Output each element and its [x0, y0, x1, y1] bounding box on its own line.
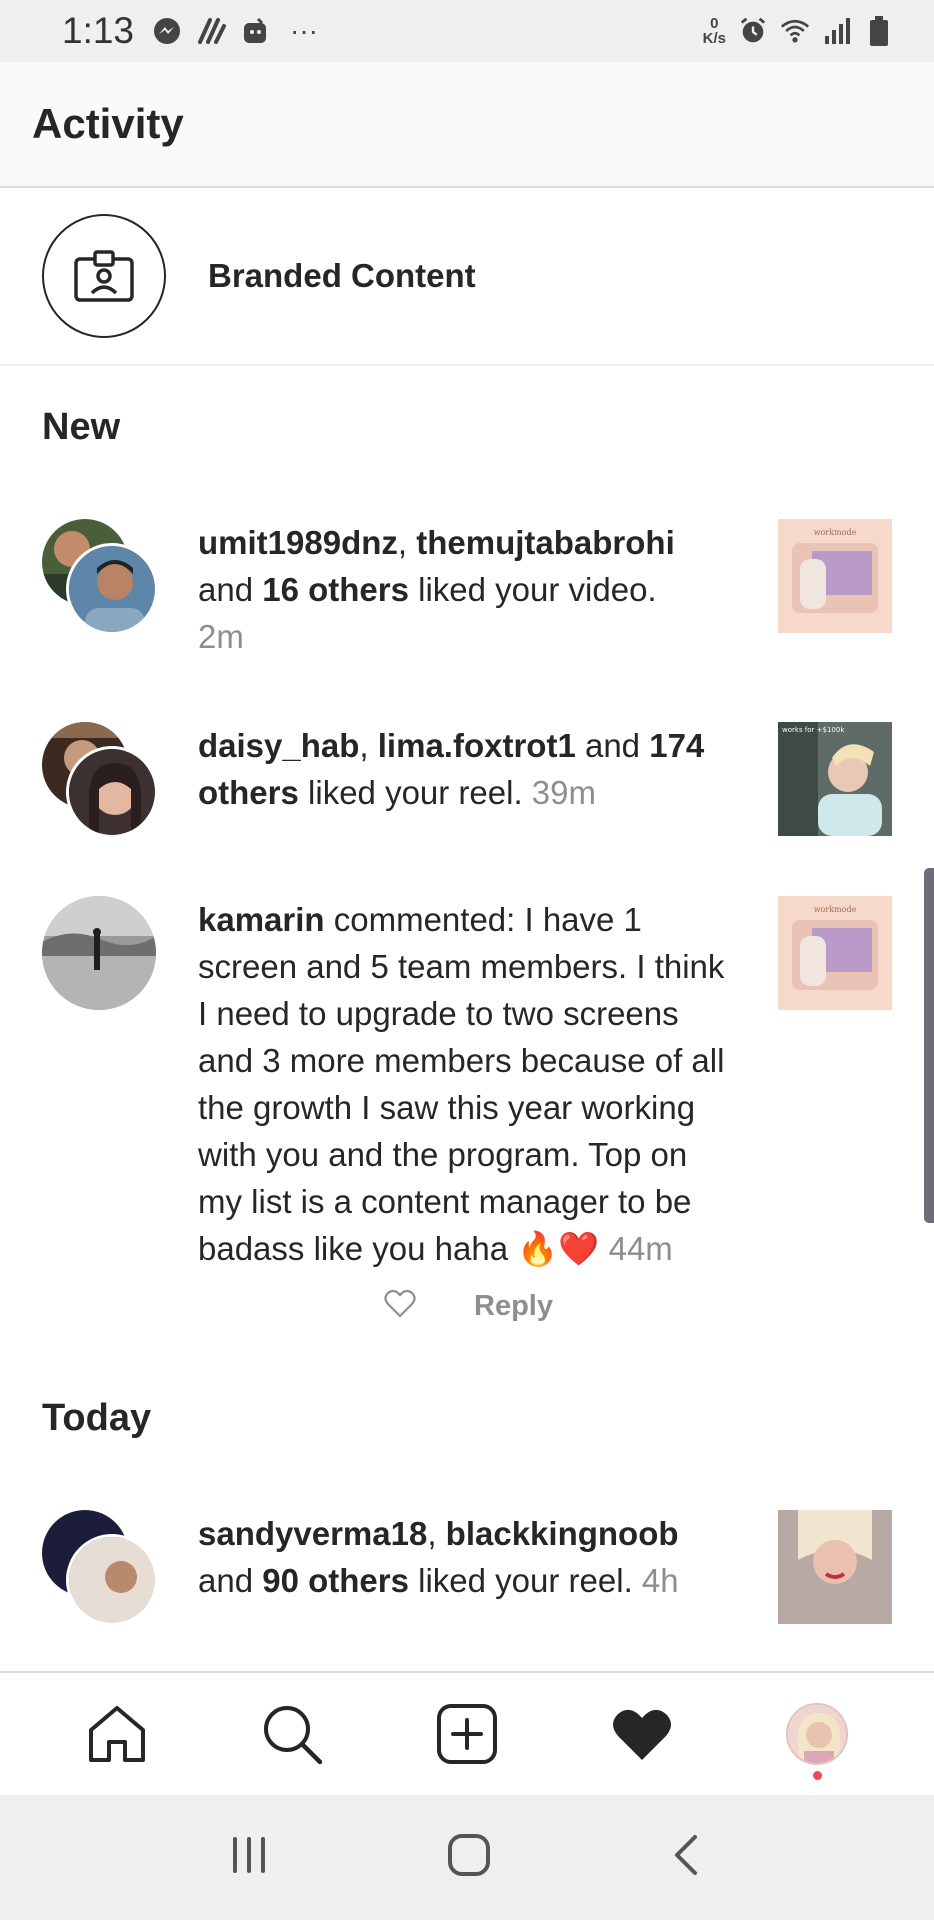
- page-title: Activity: [32, 100, 184, 147]
- reel-thumbnail[interactable]: [778, 1510, 892, 1624]
- emoji: 🔥❤️: [517, 1230, 600, 1267]
- notification-time: 44m: [608, 1230, 673, 1267]
- comment-notification[interactable]: kamarin commented: I have 1 screen and 5…: [0, 896, 934, 1323]
- avatar-stack[interactable]: [42, 1510, 158, 1626]
- username-link[interactable]: lima.foxtrot1: [378, 727, 576, 764]
- back-icon[interactable]: [667, 1833, 707, 1882]
- recents-icon[interactable]: [227, 1833, 271, 1882]
- avatar[interactable]: [42, 896, 156, 1010]
- home-circle-icon[interactable]: [445, 1831, 493, 1884]
- notification-item[interactable]: sandyverma18, blackkingnoob and 90 other…: [0, 1510, 934, 1640]
- notification-text: daisy_hab, lima.foxtrot1 and 174 others …: [198, 727, 705, 811]
- username-link[interactable]: sandyverma18: [198, 1515, 427, 1552]
- notification-time: 4h: [641, 1562, 679, 1599]
- comment-text: kamarin commented: I have 1 screen and 5…: [198, 901, 725, 1267]
- username-link[interactable]: umit1989dnz: [198, 524, 398, 561]
- notification-time: 39m: [531, 774, 596, 811]
- svg-text:works for +$100k: works for +$100k: [782, 726, 845, 734]
- notification-item[interactable]: daisy_hab, lima.foxtrot1 and 174 others …: [0, 722, 934, 838]
- more-notifications-icon: ···: [290, 15, 318, 46]
- alarm-icon: [738, 16, 768, 46]
- status-bar: 1:13 ··· 0 K/s: [0, 0, 934, 62]
- username-link[interactable]: themujtababrohi: [416, 524, 675, 561]
- svg-text:workmode: workmode: [814, 905, 857, 914]
- activity-heart-icon: [612, 1709, 671, 1760]
- others-link[interactable]: 16 others: [262, 571, 409, 608]
- notification-text: sandyverma18, blackkingnoob and 90 other…: [198, 1515, 679, 1599]
- new-post-icon: [436, 1704, 497, 1764]
- notification-dot: [812, 1771, 822, 1780]
- activity-tab[interactable]: [597, 1689, 687, 1779]
- branded-content-row[interactable]: Branded Content: [0, 188, 934, 366]
- bottom-navigation: [0, 1671, 934, 1795]
- status-time: 1:13: [62, 10, 135, 51]
- signal-icon: [822, 16, 852, 46]
- search-tab[interactable]: [247, 1689, 337, 1779]
- username-link[interactable]: blackkingnoob: [446, 1515, 679, 1552]
- like-comment-heart-icon[interactable]: [384, 1289, 416, 1323]
- profile-tab[interactable]: [772, 1689, 862, 1780]
- section-new-title: New: [42, 406, 121, 448]
- avatar: [66, 1534, 158, 1626]
- home-tab[interactable]: [72, 1689, 162, 1779]
- reply-button[interactable]: Reply: [474, 1290, 553, 1323]
- notification-text: umit1989dnz, themujtababrohi and 16 othe…: [198, 524, 675, 655]
- section-today-title: Today: [42, 1397, 152, 1439]
- avatar-stack[interactable]: [42, 722, 158, 838]
- wifi-icon: [780, 16, 810, 46]
- new-post-tab[interactable]: [422, 1689, 512, 1779]
- slash-app-icon: [196, 16, 227, 46]
- scroll-indicator[interactable]: [924, 868, 934, 1223]
- avatar: [66, 543, 158, 635]
- comment-actions: Reply: [198, 1289, 734, 1323]
- app-notification-icon: [240, 16, 270, 46]
- system-navigation: [0, 1795, 934, 1920]
- activity-feed[interactable]: Branded Content New umit1989dnz, themujt…: [0, 188, 934, 1671]
- net-speed: 0 K/s: [702, 15, 726, 47]
- branded-content-label: Branded Content: [208, 257, 476, 294]
- post-thumbnail[interactable]: workmode: [778, 519, 892, 633]
- reel-thumbnail[interactable]: works for +$100k: [778, 722, 892, 836]
- activity-header: Activity: [0, 62, 934, 188]
- username-link[interactable]: daisy_hab: [198, 727, 359, 764]
- notification-item[interactable]: umit1989dnz, themujtababrohi and 16 othe…: [0, 519, 934, 660]
- avatar: [66, 746, 158, 838]
- username-link[interactable]: kamarin: [198, 901, 325, 938]
- search-icon: [264, 1706, 323, 1765]
- avatar-stack[interactable]: [42, 519, 158, 635]
- home-icon: [89, 1706, 146, 1762]
- svg-text:workmode: workmode: [814, 528, 857, 537]
- messenger-icon: [152, 16, 182, 46]
- notification-time: 2m: [198, 618, 244, 655]
- branded-content-icon: [42, 214, 166, 338]
- others-link[interactable]: 90 others: [262, 1562, 409, 1599]
- battery-icon: [864, 16, 894, 46]
- post-thumbnail[interactable]: workmode: [778, 896, 892, 1010]
- profile-avatar: [785, 1703, 848, 1765]
